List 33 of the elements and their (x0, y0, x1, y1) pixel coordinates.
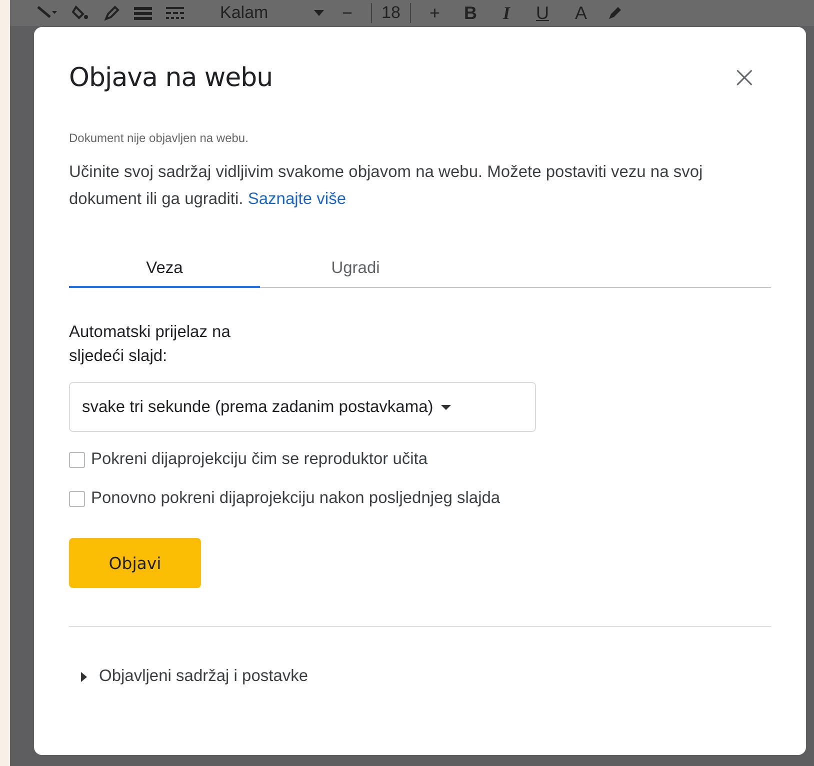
format-button[interactable]: I (496, 2, 516, 24)
paint-bucket-icon[interactable] (72, 5, 90, 21)
section-toggle[interactable]: Objavljeni sadržaj i postavke (99, 667, 308, 686)
field-label: Automatski prijelaz na sljedeći slajd: (69, 322, 232, 367)
publish-button[interactable]: Objavi (69, 538, 201, 588)
tab[interactable]: Veza (69, 259, 260, 288)
format-button[interactable]: U (530, 2, 555, 24)
line-dash-icon[interactable] (166, 6, 184, 20)
pencil-icon[interactable] (104, 5, 120, 21)
checkbox[interactable] (69, 490, 85, 506)
close-button[interactable]: × (732, 63, 771, 93)
line-weight-icon[interactable] (134, 6, 152, 20)
checkbox-label: Ponovno pokreni dijaprojekciju nakon posljednjeg slajda (91, 489, 500, 508)
expand-triangle-icon[interactable] (81, 672, 87, 682)
font-size-field[interactable]: 18 (370, 3, 412, 23)
dialog-title: Objava na webu (69, 63, 273, 93)
tab[interactable]: Ugradi (260, 259, 451, 288)
increase-size-button[interactable]: + (425, 2, 444, 24)
format-button[interactable]: B (458, 2, 483, 24)
advance-dropdown[interactable]: svake tri sekunde (prema zadanim postavkama) (69, 382, 536, 432)
line-tool-icon[interactable] (36, 5, 58, 21)
learn-more-link[interactable]: Saznajte više (248, 190, 346, 208)
font-dropdown[interactable]: Kalam (220, 3, 300, 23)
description: Učinite svoj sadržaj vidljivim svakome objavom na webu. Možete postaviti vezu na svoj dokument ili ga ugraditi. Saznajte više (69, 162, 704, 210)
caret-icon (441, 404, 452, 410)
checkbox-label: Pokreni dijaprojekciju čim se reproduktor učita (91, 450, 428, 469)
dropdown-value: svake tri sekunde (prema zadanim postavkama) (82, 398, 434, 416)
checkbox[interactable] (69, 452, 85, 468)
pen-icon[interactable] (606, 5, 623, 21)
caret-icon (314, 10, 324, 16)
publish-status: Dokument nije objavljen na webu. (69, 131, 250, 145)
decrease-size-button[interactable]: − (338, 2, 357, 24)
format-button[interactable]: A (568, 2, 593, 24)
